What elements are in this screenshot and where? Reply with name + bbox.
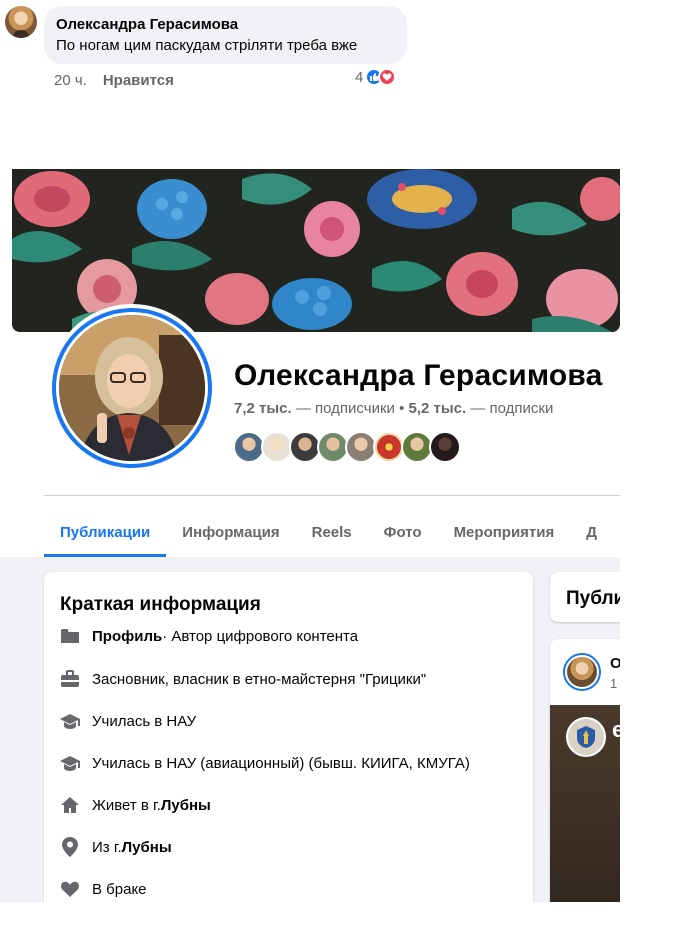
- tabs-divider: [44, 495, 620, 496]
- profile-stats: 7,2 тыс. — подписчики • 5,2 тыс. — подпи…: [234, 400, 553, 417]
- intro-item-text: Из г.: [92, 838, 122, 856]
- comment-author-avatar[interactable]: [5, 6, 37, 38]
- post-image[interactable]: е: [550, 705, 620, 902]
- intro-item-education: Училась в НАУ: [60, 709, 196, 733]
- intro-item-text: Живет в г.: [92, 796, 161, 814]
- comment-bubble: Олександра Герасимова По ногам цим паску…: [44, 6, 407, 64]
- profile-name: Олександра Герасимова: [234, 359, 603, 392]
- tab-events[interactable]: Мероприятия: [438, 507, 571, 557]
- comment-like-button[interactable]: Нравится: [103, 72, 174, 89]
- post-card: О 1 е: [550, 639, 620, 902]
- education-icon: [60, 711, 80, 731]
- intro-item-current-city: Живет в г. Лубны: [60, 793, 211, 817]
- followers-count[interactable]: 7,2 тыс.: [234, 400, 292, 417]
- post-image-text: е: [612, 717, 620, 742]
- follower-avatar[interactable]: [429, 431, 461, 463]
- love-icon: [378, 68, 397, 86]
- page-margin-bottom: [0, 902, 677, 925]
- story-ring: [52, 308, 212, 468]
- education-icon: [60, 753, 80, 773]
- heart-icon: [60, 879, 80, 899]
- intro-item-text: В браке: [92, 880, 147, 898]
- posts-header-card: Публикации: [550, 572, 620, 622]
- followers-label[interactable]: — подписчики: [296, 400, 395, 417]
- posts-title: Публикации: [566, 588, 620, 609]
- intro-item-link[interactable]: Лубны: [122, 839, 172, 856]
- follower-avatars: [233, 431, 461, 463]
- profile-page: Олександра Герасимова 7,2 тыс. — подписч…: [0, 167, 620, 902]
- work-icon: [60, 669, 80, 689]
- profile-header: Олександра Герасимова 7,2 тыс. — подписч…: [0, 167, 620, 557]
- profile-category-icon: [60, 626, 80, 646]
- intro-item-hometown: Из г. Лубны: [60, 835, 172, 859]
- following-count[interactable]: 5,2 тыс.: [409, 400, 467, 417]
- tab-reels[interactable]: Reels: [296, 507, 368, 557]
- emblem-icon: [566, 717, 606, 757]
- page-margin-right: [620, 167, 677, 925]
- post-timestamp[interactable]: 1: [610, 676, 617, 691]
- reaction-count: 4: [355, 68, 364, 86]
- comment-text: По ногам цим паскудам стріляти треба вже: [56, 37, 358, 54]
- tab-posts[interactable]: Публикации: [44, 507, 167, 557]
- cover-photo[interactable]: [12, 169, 620, 332]
- intro-item-relationship: В браке: [60, 877, 147, 901]
- intro-item-work: Засновник, власник в етно-майстерня "Гри…: [60, 667, 426, 691]
- post-author-photo: [567, 657, 597, 687]
- post-author-name[interactable]: О: [610, 655, 620, 672]
- comment-author-name[interactable]: Олександра Герасимова: [56, 15, 395, 35]
- stats-separator: •: [399, 400, 405, 417]
- comment-reactions[interactable]: 4: [355, 68, 397, 86]
- intro-item-text: Училась в НАУ (авиационный) (бывш. КИИГА…: [92, 754, 470, 772]
- tab-photos[interactable]: Фото: [368, 507, 438, 557]
- intro-item-profile: Профиль · Автор цифрового контента: [60, 624, 358, 648]
- profile-photo: [59, 315, 205, 461]
- intro-item-text: Засновник, власник в етно-майстерня "Гри…: [92, 670, 427, 688]
- location-pin-icon: [60, 837, 80, 857]
- intro-item-link[interactable]: Лубны: [161, 797, 211, 814]
- profile-avatar[interactable]: [48, 304, 216, 472]
- tab-about[interactable]: Информация: [166, 507, 295, 557]
- following-label[interactable]: — подписки: [470, 400, 553, 417]
- comment-actions: 20 ч. Нравится: [54, 70, 174, 90]
- intro-item-education-2: Училась в НАУ (авиационный) (бывш. КИИГА…: [60, 751, 470, 775]
- comment-timestamp[interactable]: 20 ч.: [54, 72, 87, 89]
- tab-more[interactable]: Д: [570, 507, 613, 557]
- intro-item-bold: Профиль: [92, 627, 163, 645]
- intro-item-text: · Автор цифрового контента: [162, 627, 359, 645]
- intro-title: Краткая информация: [60, 594, 261, 615]
- post-author-avatar[interactable]: [563, 653, 601, 691]
- home-icon: [60, 795, 80, 815]
- intro-card: Краткая информация Профиль · Автор цифро…: [44, 572, 533, 902]
- intro-item-text: Училась в НАУ: [92, 712, 197, 730]
- profile-tabs: Публикации Информация Reels Фото Меропри…: [44, 507, 613, 557]
